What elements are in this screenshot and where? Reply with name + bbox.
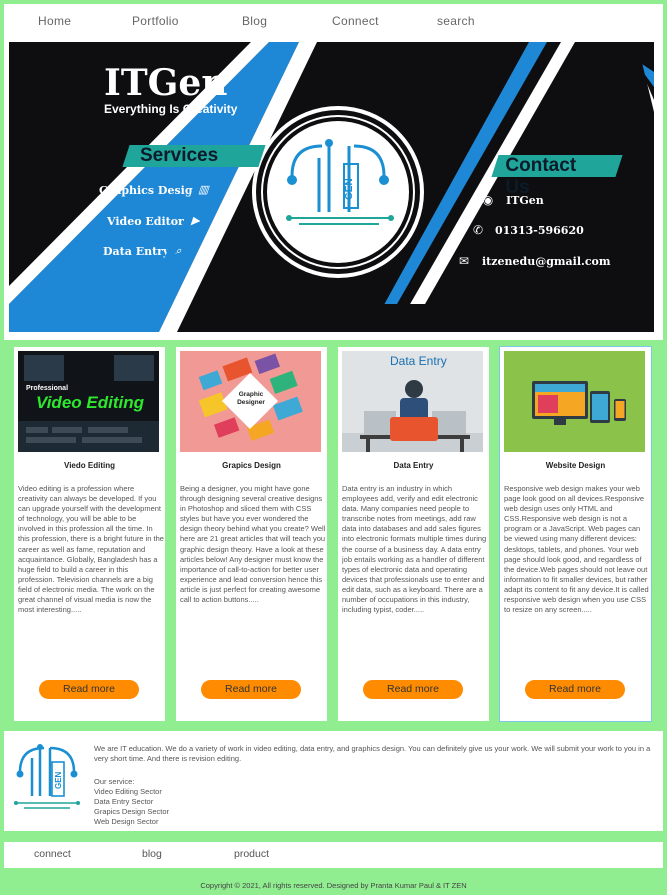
read-more-button[interactable]: Read more (39, 680, 139, 699)
mail-icon: ✉ (458, 254, 470, 268)
about-service-item: Grapics Design Sector (94, 807, 170, 816)
card-text: Being a designer, you might have gone th… (180, 484, 326, 605)
whatsapp-icon: ✆ (472, 223, 484, 237)
about-services-heading: Our service: (94, 777, 135, 786)
card-video-editing: Professional Video Editing Viedo Editing… (14, 347, 165, 721)
card-website-design: Website Design Responsive web design mak… (499, 346, 652, 722)
card-graphics-design: Graphic Designer Grapics Design Being a … (176, 347, 327, 721)
image-heading: Graphic Designer (237, 391, 265, 406)
top-nav: Home Portfolio Blog Connect search (4, 4, 663, 38)
card-title: Grapics Design (222, 461, 281, 470)
itgen-logo-icon: GEN (14, 744, 80, 809)
card-data-entry: Data Entry Data Entry Data entry is an i… (338, 347, 489, 721)
messenger-icon: ◉ (482, 193, 494, 207)
about-service-item: Video Editing Sector (94, 787, 162, 796)
website-design-image (504, 351, 645, 452)
footer-link-product[interactable]: product (234, 848, 269, 860)
hero-banner: GEN ITGen Everything Is Creativity Servi… (9, 42, 654, 332)
banner-contact-itgen: ITGen (506, 194, 544, 207)
image-heading: Video Editing (36, 393, 144, 412)
about-services: Our service: Video Editing Sector Data E… (94, 777, 169, 827)
banner-tagline: Everything Is Creativity (104, 102, 238, 116)
banner-contact-heading: Contact Us (491, 155, 623, 198)
svg-text:GEN: GEN (54, 771, 63, 789)
about-text: We are IT education. We do a variety of … (94, 744, 651, 763)
footer-link-blog[interactable]: blog (142, 848, 162, 860)
nav-search[interactable]: search (437, 14, 475, 28)
nav-portfolio[interactable]: Portfolio (132, 14, 179, 28)
about-section: GEN We are IT education. We do a variety… (4, 731, 663, 831)
footer-link-connect[interactable]: connect (34, 848, 71, 860)
banner-services-heading: Services (122, 145, 266, 167)
banner-contact-email: itzenedu@gmail.com (482, 255, 611, 268)
about-service-item: Data Entry Sector (94, 797, 154, 806)
banner-service-data: Data Entry (103, 245, 170, 258)
banner-brand: ITGen (104, 62, 228, 104)
image-caption: Professional (26, 385, 69, 392)
card-text: Data entry is an industry in which emplo… (342, 484, 487, 615)
video-editing-image: Professional Video Editing (18, 351, 159, 452)
banner-service-video: Video Editor (107, 215, 184, 228)
read-more-button[interactable]: Read more (201, 680, 301, 699)
footer-nav: connect blog product (4, 842, 663, 868)
card-title: Data Entry (393, 461, 434, 470)
image-heading: Data Entry (390, 354, 447, 368)
banner-logo-text: GEN (344, 178, 355, 200)
card-text: Video editing is a profession where crea… (18, 484, 164, 615)
copyright-text: Copyright © 2021, All rights reserved. D… (200, 881, 467, 890)
read-more-button[interactable]: Read more (363, 680, 463, 699)
card-title: Viedo Editing (64, 461, 115, 470)
about-service-item: Web Design Sector (94, 817, 159, 826)
read-more-button[interactable]: Read more (525, 680, 625, 699)
nav-connect[interactable]: Connect (332, 14, 379, 28)
graphic-design-image: Graphic Designer (180, 351, 321, 452)
banner-contact-phone: 01313-596620 (495, 224, 584, 237)
data-entry-image: Data Entry (342, 351, 483, 452)
card-title: Website Design (545, 461, 606, 470)
card-text: Responsive web design makes your web pag… (504, 484, 649, 615)
nav-blog[interactable]: Blog (242, 14, 267, 28)
banner-service-graphics: Graphics Design (99, 184, 201, 197)
nav-home[interactable]: Home (38, 14, 71, 28)
